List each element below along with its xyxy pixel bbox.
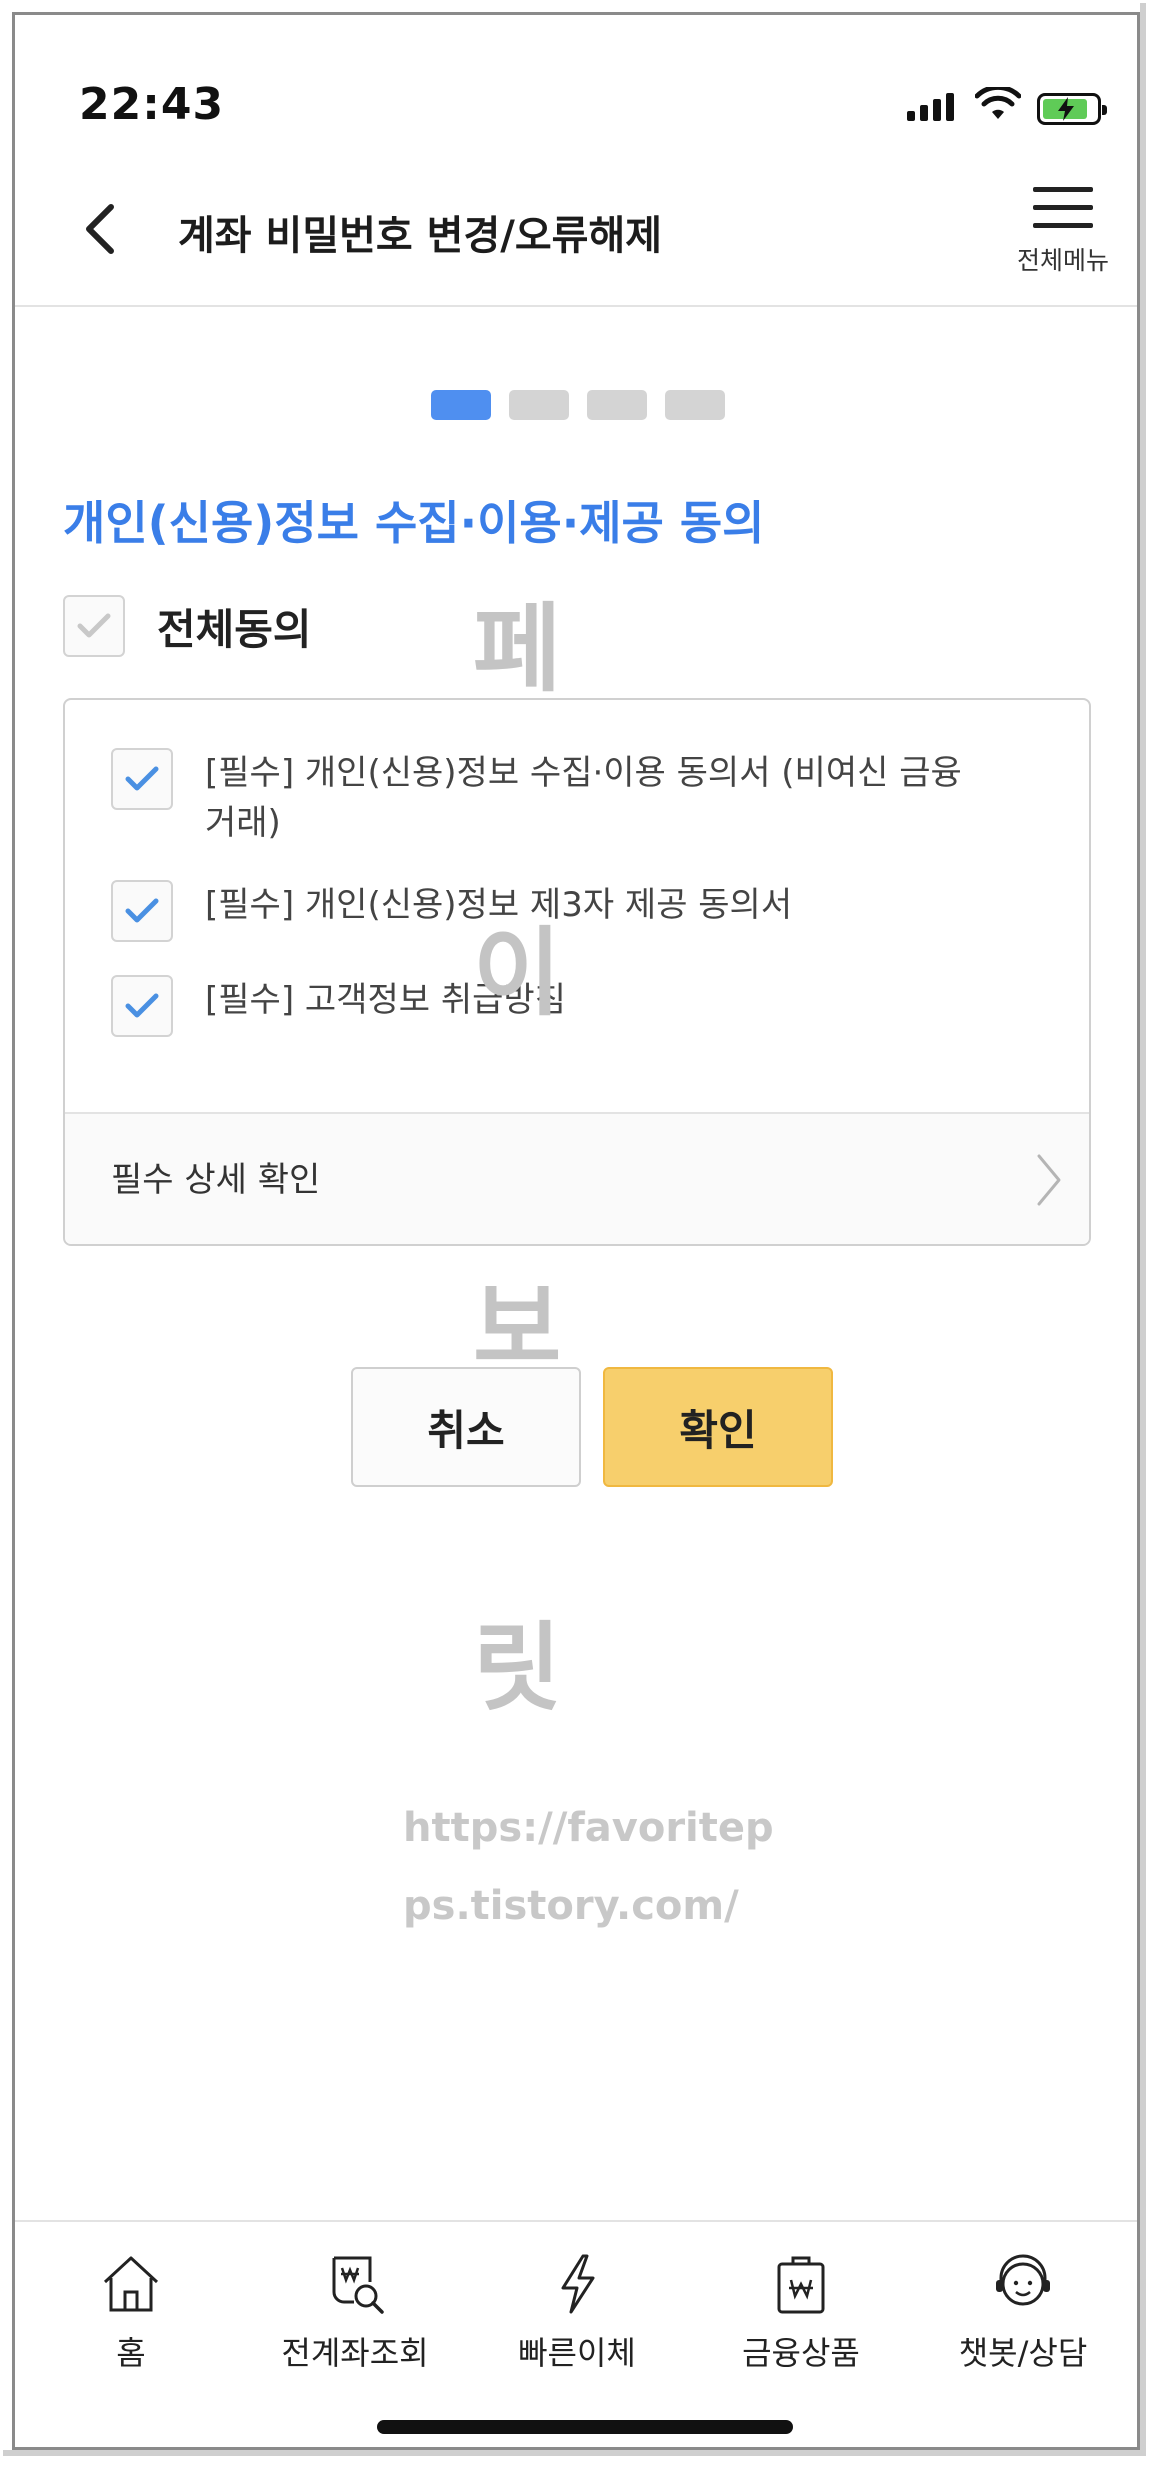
consent-item-label: [필수] 개인(신용)정보 제3자 제공 동의서 bbox=[205, 885, 793, 925]
watermark-char: 릿 bbox=[473, 1612, 562, 1724]
check-icon bbox=[125, 993, 159, 1018]
agree-all-checkbox[interactable] bbox=[63, 595, 125, 657]
tab-label: 빠른이체 bbox=[518, 2334, 636, 2372]
tab-home[interactable]: 홈 bbox=[31, 2252, 231, 2374]
watermark-url: ps.tistory.com/ bbox=[403, 1883, 739, 1929]
chatbot-agent-icon bbox=[996, 2254, 1050, 2306]
consent-item-label: [필수] 개인(신용)정보 수집·이용 동의서 (비여신 금융거래) bbox=[205, 753, 962, 843]
tab-financial-products[interactable]: 금융상품 bbox=[701, 2252, 901, 2374]
cancel-button[interactable]: 취소 bbox=[351, 1367, 581, 1487]
consent-item-label: [필수] 고객정보 취급방침 bbox=[205, 980, 566, 1020]
tab-label: 홈 bbox=[116, 2334, 146, 2372]
check-icon bbox=[125, 898, 159, 923]
required-detail-row[interactable]: 필수 상세 확인 bbox=[65, 1112, 1089, 1244]
app-frame: 22:43 계좌 비밀번호 변경/오류해제 전체메뉴 개인(신용)정보 수집·이… bbox=[3, 3, 1146, 2456]
step-indicator bbox=[431, 390, 725, 420]
step-dot bbox=[509, 390, 569, 420]
watermark-char: 페 bbox=[473, 593, 562, 705]
tab-quick-transfer[interactable]: 빠른이체 bbox=[477, 2252, 677, 2374]
consent-checkbox[interactable] bbox=[111, 975, 173, 1037]
chevron-right-icon bbox=[1037, 1154, 1061, 1206]
section-title: 개인(신용)정보 수집·이용·제공 동의 bbox=[63, 496, 765, 550]
agree-all-label: 전체동의 bbox=[157, 604, 312, 654]
home-icon bbox=[103, 2256, 159, 2312]
agree-all-row[interactable]: 전체동의 bbox=[63, 595, 312, 657]
tab-chatbot-consult[interactable]: 챗봇/상담 bbox=[923, 2252, 1123, 2374]
consent-checkbox[interactable] bbox=[111, 880, 173, 942]
tab-label: 전계좌조회 bbox=[281, 2334, 429, 2372]
cellular-signal-icon bbox=[907, 93, 954, 121]
watermark-char: 이 bbox=[473, 917, 562, 1029]
consent-checkbox[interactable] bbox=[111, 748, 173, 810]
battery-charging-icon bbox=[1037, 93, 1107, 125]
consent-item[interactable]: [필수] 개인(신용)정보 수집·이용 동의서 (비여신 금융거래) bbox=[111, 748, 965, 848]
lightning-icon bbox=[561, 2254, 595, 2314]
full-menu-button[interactable]: 전체메뉴 bbox=[1007, 187, 1119, 277]
back-arrow-icon[interactable] bbox=[75, 199, 125, 259]
status-time: 22:43 bbox=[79, 79, 225, 130]
full-menu-label: 전체메뉴 bbox=[1016, 246, 1109, 275]
status-bar: 22:43 bbox=[15, 15, 1137, 165]
wifi-icon bbox=[975, 87, 1021, 119]
home-indicator bbox=[377, 2420, 793, 2434]
tab-all-accounts[interactable]: 전계좌조회 bbox=[255, 2252, 455, 2374]
check-icon bbox=[77, 613, 111, 638]
check-icon bbox=[125, 766, 159, 791]
step-dot-active bbox=[431, 390, 491, 420]
required-detail-label: 필수 상세 확인 bbox=[111, 1160, 321, 1200]
confirm-button[interactable]: 확인 bbox=[603, 1367, 833, 1487]
tab-label: 챗봇/상담 bbox=[958, 2334, 1088, 2372]
hamburger-icon bbox=[1007, 187, 1119, 228]
watermark-url: https://favoritep bbox=[403, 1805, 774, 1851]
step-dot bbox=[587, 390, 647, 420]
page-title: 계좌 비밀번호 변경/오류해제 bbox=[178, 213, 663, 259]
nav-header: 계좌 비밀번호 변경/오류해제 전체메뉴 bbox=[15, 165, 1137, 307]
product-bag-icon bbox=[777, 2256, 825, 2314]
account-search-icon bbox=[332, 2256, 384, 2314]
consent-list-box: [필수] 개인(신용)정보 수집·이용 동의서 (비여신 금융거래) [필수] … bbox=[63, 698, 1091, 1246]
step-dot bbox=[665, 390, 725, 420]
tab-label: 금융상품 bbox=[742, 2334, 860, 2372]
